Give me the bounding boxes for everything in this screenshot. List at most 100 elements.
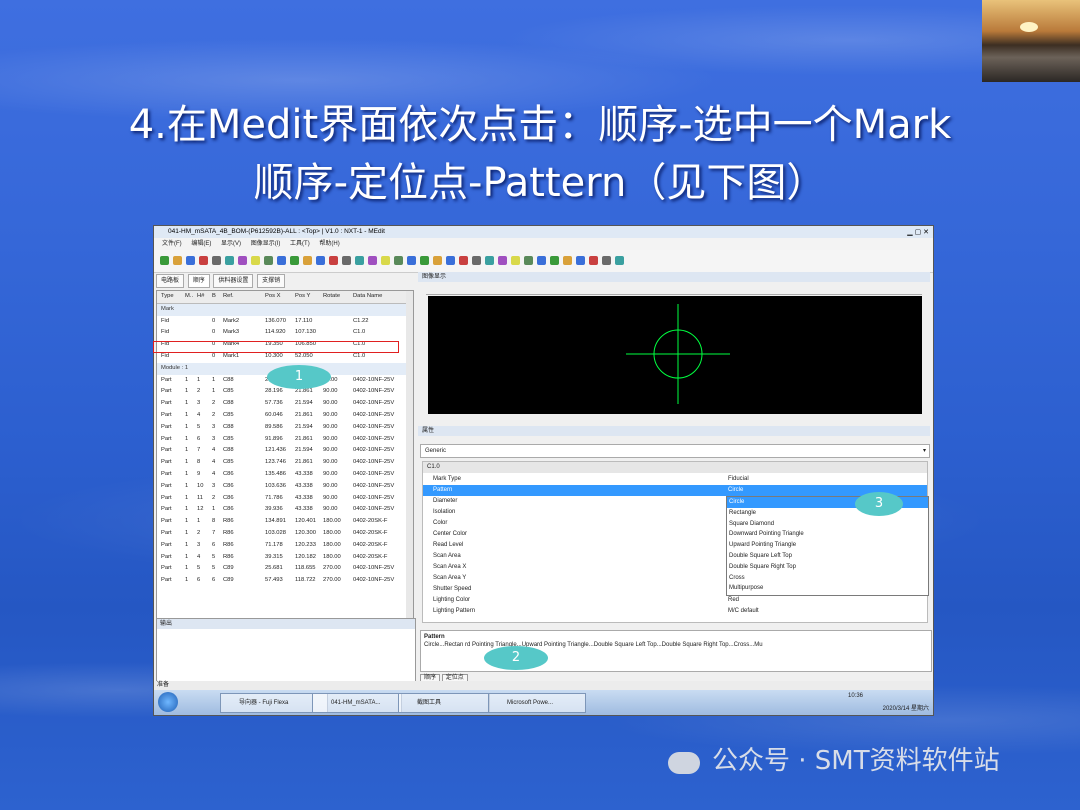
tab-board[interactable]: 电路板 bbox=[156, 274, 185, 288]
grid-header-cell[interactable]: M.. bbox=[185, 291, 193, 303]
toolbar-tool-icon[interactable] bbox=[498, 256, 507, 265]
toolbar-tool-icon[interactable] bbox=[446, 256, 455, 265]
toolbar-tool-icon[interactable] bbox=[199, 256, 208, 265]
mark-row[interactable]: Fid 0 Mark3 114.920 107.130 C1.0 bbox=[157, 327, 413, 339]
toolbar-tool-icon[interactable] bbox=[524, 256, 533, 265]
tab-support-pin[interactable]: 支撑销 bbox=[257, 274, 286, 288]
toolbar-tool-icon[interactable] bbox=[472, 256, 481, 265]
tab-feeder[interactable]: 供料器设置 bbox=[213, 274, 254, 288]
toolbar-tool-icon[interactable] bbox=[251, 256, 260, 265]
grid-header-cell[interactable]: Pos Y bbox=[295, 291, 310, 303]
toolbar-tool-icon[interactable] bbox=[459, 256, 468, 265]
part-row[interactable]: Part 1 12 1 C86 39.936 43.338 90.00 0402-10NF-25… bbox=[157, 504, 413, 516]
toolbar-tool-icon[interactable] bbox=[602, 256, 611, 265]
part-row[interactable]: Part 1 5 5 C89 25.681 118.655 270.00 0402-10NF-2… bbox=[157, 563, 413, 575]
generic-select[interactable]: Generic ▾ bbox=[420, 444, 930, 458]
grid-scrollbar[interactable] bbox=[406, 291, 413, 619]
toolbar-tool-icon[interactable] bbox=[329, 256, 338, 265]
pattern-option[interactable]: Multipurpose bbox=[727, 583, 928, 594]
toolbar-tool-icon[interactable] bbox=[576, 256, 585, 265]
task-medit[interactable]: 041-HM_mSATA... bbox=[312, 693, 402, 713]
part-row[interactable]: Part 1 7 4 C88 121.436 21.594 90.00 0402-10NF-25… bbox=[157, 445, 413, 457]
mark-row[interactable]: Fid 0 Mark2 136.070 17.110 C1.22 bbox=[157, 316, 413, 328]
taskbar: 导向器 - Fuji Flexa 041-HM_mSATA... 截图工具 Mi… bbox=[154, 690, 933, 715]
grid-header-cell[interactable]: Pos X bbox=[265, 291, 280, 303]
mark-group-row[interactable]: Mark bbox=[157, 303, 413, 316]
fiducial-crosshair-icon bbox=[626, 304, 730, 404]
grid-header-cell[interactable]: Ref. bbox=[223, 291, 234, 303]
part-row[interactable]: Part 1 2 1 C85 28.196 21.861 90.00 0402-10NF-25V bbox=[157, 386, 413, 398]
menu-tools[interactable]: 工具(T) bbox=[290, 241, 310, 247]
menu-edit[interactable]: 编辑(E) bbox=[191, 241, 211, 247]
pattern-dropdown-list[interactable]: Circle Rectangle Square Diamond Downward Po… bbox=[726, 496, 929, 596]
toolbar-tool-icon[interactable] bbox=[563, 256, 572, 265]
part-row[interactable]: Part 1 11 2 C86 71.786 43.338 90.00 0402-10NF-25… bbox=[157, 493, 413, 505]
part-row[interactable]: Part 1 3 2 C88 57.736 21.594 90.00 0402-10NF-25V bbox=[157, 398, 413, 410]
property-row[interactable]: Mark Type Fiducial bbox=[423, 474, 927, 485]
toolbar-tool-icon[interactable] bbox=[485, 256, 494, 265]
clock[interactable]: 10:36 bbox=[848, 693, 863, 699]
pattern-option[interactable]: Double Square Left Top bbox=[727, 551, 928, 562]
property-row[interactable]: Pattern Circle bbox=[423, 485, 927, 496]
part-row[interactable]: Part 1 3 6 R86 71.178 120.233 180.00 0402-20SK-F bbox=[157, 540, 413, 552]
pattern-option[interactable]: Square Diamond bbox=[727, 519, 928, 530]
part-row[interactable]: Part 1 2 7 R86 103.028 120.300 180.00 0402-20SK-… bbox=[157, 528, 413, 540]
task-powerpoint[interactable]: Microsoft Powe... bbox=[488, 693, 586, 713]
toolbar-tool-icon[interactable] bbox=[316, 256, 325, 265]
tab-sequence[interactable]: 顺序 bbox=[187, 274, 210, 288]
toolbar-tool-icon[interactable] bbox=[433, 256, 442, 265]
part-row[interactable]: Part 1 4 5 R86 39.315 120.182 180.00 0402-20SK-F bbox=[157, 552, 413, 564]
property-row[interactable]: Lighting Color Red bbox=[423, 595, 927, 606]
pattern-option[interactable]: Cross bbox=[727, 573, 928, 584]
pattern-option[interactable]: Downward Pointing Triangle bbox=[727, 529, 928, 540]
image-view[interactable] bbox=[428, 296, 922, 414]
toolbar-tool-icon[interactable] bbox=[368, 256, 377, 265]
menu-help[interactable]: 帮助(H) bbox=[319, 241, 339, 247]
toolbar-tool-icon[interactable] bbox=[381, 256, 390, 265]
toolbar-tool-icon[interactable] bbox=[589, 256, 598, 265]
property-row[interactable]: Lighting Pattern M/C default bbox=[423, 606, 927, 617]
part-row[interactable]: Part 1 6 6 C89 57.493 118.722 270.00 0402-10NF-2… bbox=[157, 575, 413, 587]
toolbar-tool-icon[interactable] bbox=[303, 256, 312, 265]
part-row[interactable]: Part 1 5 3 C88 89.586 21.594 90.00 0402-10NF-25V bbox=[157, 422, 413, 434]
toolbar-tool-icon[interactable] bbox=[342, 256, 351, 265]
menu-image[interactable]: 图像显示(I) bbox=[251, 241, 281, 247]
pattern-option[interactable]: Upward Pointing Triangle bbox=[727, 540, 928, 551]
part-row[interactable]: Part 1 9 4 C86 135.486 43.338 90.00 0402-10NF-25… bbox=[157, 469, 413, 481]
toolbar-tool-icon[interactable] bbox=[550, 256, 559, 265]
toolbar-tool-icon[interactable] bbox=[511, 256, 520, 265]
menu-view[interactable]: 显示(V) bbox=[221, 241, 241, 247]
menu-file[interactable]: 文件(F) bbox=[162, 241, 182, 247]
start-button[interactable] bbox=[158, 692, 178, 712]
toolbar-tool-icon[interactable] bbox=[225, 256, 234, 265]
part-row[interactable]: Part 1 10 3 C86 103.636 43.338 90.00 0402-10NF-2… bbox=[157, 481, 413, 493]
grid-header-cell[interactable]: H# bbox=[197, 291, 204, 303]
part-row[interactable]: Part 1 6 3 C85 91.896 21.861 90.00 0402-10NF-25V bbox=[157, 434, 413, 446]
sunset-photo bbox=[982, 0, 1080, 82]
callout-1: 1 bbox=[267, 365, 331, 389]
grid-header-cell[interactable]: B bbox=[212, 291, 216, 303]
part-row[interactable]: Part 1 8 4 C85 123.746 21.861 90.00 0402-10NF-25… bbox=[157, 457, 413, 469]
toolbar-tool-icon[interactable] bbox=[407, 256, 416, 265]
toolbar-tool-icon[interactable] bbox=[186, 256, 195, 265]
pattern-option[interactable]: Double Square Right Top bbox=[727, 562, 928, 573]
callout-2: 2 bbox=[484, 646, 548, 670]
toolbar-tool-icon[interactable] bbox=[238, 256, 247, 265]
toolbar-tool-icon[interactable] bbox=[394, 256, 403, 265]
toolbar-tool-icon[interactable] bbox=[264, 256, 273, 265]
grid-header-cell[interactable]: Type bbox=[161, 291, 174, 303]
toolbar-tool-icon[interactable] bbox=[537, 256, 546, 265]
toolbar-tool-icon[interactable] bbox=[173, 256, 182, 265]
toolbar-tool-icon[interactable] bbox=[420, 256, 429, 265]
part-row[interactable]: Part 1 4 2 C85 60.046 21.861 90.00 0402-10NF-25V bbox=[157, 410, 413, 422]
grid-header-cell[interactable]: Rotate bbox=[323, 291, 340, 303]
toolbar-tool-icon[interactable] bbox=[290, 256, 299, 265]
grid-header-cell[interactable]: Data Name bbox=[353, 291, 382, 303]
toolbar-tool-icon[interactable] bbox=[615, 256, 624, 265]
toolbar-tool-icon[interactable] bbox=[277, 256, 286, 265]
toolbar-tool-icon[interactable] bbox=[355, 256, 364, 265]
part-row[interactable]: Part 1 1 8 R86 134.891 120.401 180.00 0402-20SK-… bbox=[157, 516, 413, 528]
task-snip[interactable]: 截图工具 bbox=[398, 693, 490, 713]
toolbar-tool-icon[interactable] bbox=[160, 256, 169, 265]
toolbar-tool-icon[interactable] bbox=[212, 256, 221, 265]
